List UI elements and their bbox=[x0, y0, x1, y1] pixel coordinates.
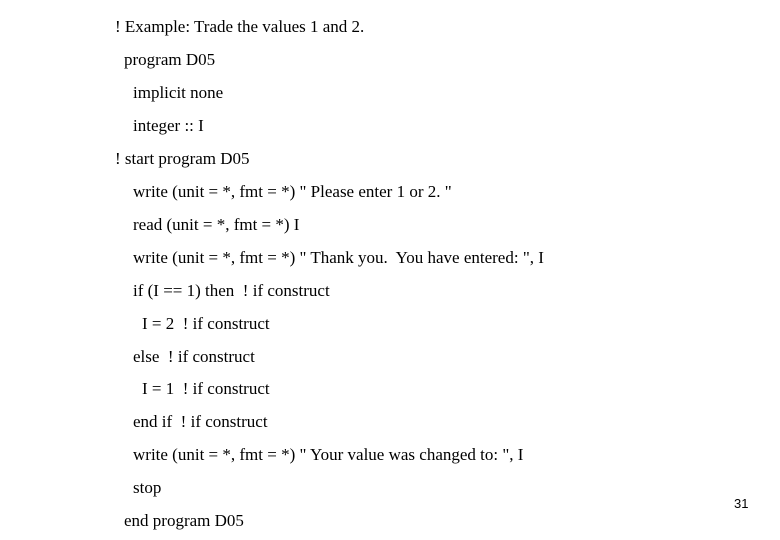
end-program-line: end program D05 bbox=[124, 511, 244, 530]
assign-two-line: I = 2 ! if construct bbox=[142, 314, 270, 333]
assign-one-line: I = 1 ! if construct bbox=[142, 379, 270, 398]
end-if-line: end if ! if construct bbox=[133, 412, 268, 431]
write-changed-line: write (unit = *, fmt = *) " Your value w… bbox=[133, 445, 524, 464]
if-then-line: if (I == 1) then ! if construct bbox=[133, 281, 330, 300]
comment-start-program: ! start program D05 bbox=[115, 149, 250, 168]
else-line: else ! if construct bbox=[133, 347, 255, 366]
read-line: read (unit = *, fmt = *) I bbox=[133, 215, 300, 234]
implicit-none-line: implicit none bbox=[133, 83, 224, 102]
program-statement: program D05 bbox=[124, 50, 216, 69]
stop-line: stop bbox=[133, 478, 162, 497]
page-number: 31 bbox=[734, 496, 749, 511]
comment-example: ! Example: Trade the values 1 and 2. bbox=[115, 17, 365, 36]
integer-declaration: integer :: I bbox=[133, 116, 204, 135]
write-prompt-line: write (unit = *, fmt = *) " Please enter… bbox=[133, 182, 452, 201]
write-thanks-line: write (unit = *, fmt = *) " Thank you. Y… bbox=[133, 248, 544, 267]
